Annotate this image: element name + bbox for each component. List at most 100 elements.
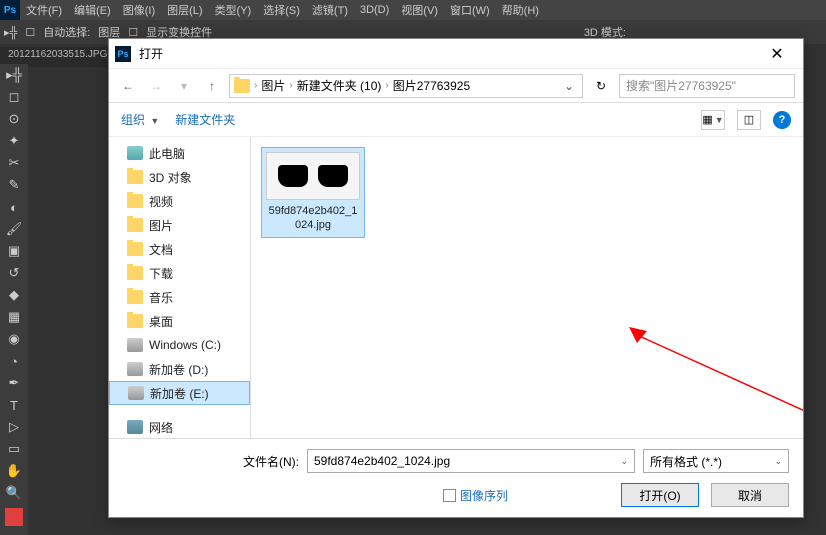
filetype-select[interactable]: 所有格式 (*.*) ⌄ [643, 449, 789, 473]
sidebar-item-label: 新加卷 (E:) [150, 385, 209, 402]
open-button[interactable]: 打开(O) [621, 483, 699, 507]
folder-icon [127, 194, 143, 208]
dialog-toolbar: 组织 ▼ 新建文件夹 ▦ ▼ ◫ ? [109, 103, 803, 137]
lasso-tool-icon[interactable]: ⊙ [0, 108, 28, 130]
nav-back-icon[interactable]: ← [117, 75, 139, 97]
chevron-down-icon[interactable]: ⌄ [620, 456, 628, 467]
refresh-icon[interactable]: ↻ [589, 79, 613, 93]
sidebar-item[interactable]: 图片 [109, 213, 250, 237]
nav-up-icon[interactable]: ↑ [201, 75, 223, 97]
close-icon[interactable]: ✕ [757, 39, 797, 69]
ps-tool-sidebar: ▸╬ ◻ ⊙ ✦ ✂ ✎ ◐ 🖌 ▣ ↺ ◆ ▦ ◉ ◔ ✒ T ▷ ▭ ✋ 🔍 [0, 64, 28, 535]
foreground-color-swatch[interactable] [5, 508, 23, 526]
sidebar-item[interactable]: 此电脑 [109, 141, 250, 165]
new-folder-button[interactable]: 新建文件夹 [175, 111, 235, 128]
organize-button[interactable]: 组织 ▼ [121, 111, 159, 128]
filename-label: 文件名(N): [239, 453, 299, 470]
stamp-tool-icon[interactable]: ▣ [0, 240, 28, 262]
chevron-down-icon[interactable]: ⌄ [560, 79, 578, 93]
pen-tool-icon[interactable]: ✒ [0, 372, 28, 394]
sidebar-item-label: 下载 [149, 265, 173, 282]
open-dialog: Ps 打开 ✕ ← → ▾ ↑ › 图片 › 新建文件夹 (10) › 图片27… [108, 38, 804, 518]
preview-pane-button[interactable]: ◫ [737, 110, 761, 130]
blur-tool-icon[interactable]: ◉ [0, 328, 28, 350]
dialog-titlebar: Ps 打开 ✕ [109, 39, 803, 69]
chevron-right-icon: › [385, 80, 388, 91]
menu-edit[interactable]: 编辑(E) [68, 2, 117, 18]
marquee-tool-icon[interactable]: ◻ [0, 86, 28, 108]
dodge-tool-icon[interactable]: ◔ [0, 350, 28, 372]
help-icon[interactable]: ? [773, 111, 791, 129]
sidebar-item[interactable]: Windows (C:) [109, 333, 250, 357]
brush-tool-icon[interactable]: 🖌 [0, 218, 28, 240]
folder-icon [127, 314, 143, 328]
shape-tool-icon[interactable]: ▭ [0, 438, 28, 460]
history-brush-icon[interactable]: ↺ [0, 262, 28, 284]
file-list-area[interactable]: 59fd874e2b402_1024.jpg [251, 137, 803, 438]
folder-icon [234, 79, 250, 93]
cancel-button[interactable]: 取消 [711, 483, 789, 507]
image-sequence-checkbox[interactable]: 图像序列 [443, 487, 508, 504]
sidebar-item-label: 音乐 [149, 289, 173, 306]
hand-tool-icon[interactable]: ✋ [0, 460, 28, 482]
nav-forward-icon: → [145, 75, 167, 97]
breadcrumb-item[interactable]: 新建文件夹 (10) [297, 77, 382, 94]
drive-icon [127, 338, 143, 352]
heal-tool-icon[interactable]: ◐ [0, 196, 28, 218]
type-tool-icon[interactable]: T [0, 394, 28, 416]
folder-icon [127, 266, 143, 280]
dialog-title: 打开 [139, 45, 757, 62]
file-thumbnail [266, 152, 360, 200]
menu-select[interactable]: 选择(S) [257, 2, 306, 18]
menu-filter[interactable]: 滤镜(T) [306, 2, 354, 18]
sunglasses-icon [278, 163, 348, 189]
menu-help[interactable]: 帮助(H) [496, 2, 545, 18]
gradient-tool-icon[interactable]: ▦ [0, 306, 28, 328]
chevron-down-icon[interactable]: ⌄ [774, 456, 782, 467]
nav-recent-icon[interactable]: ▾ [173, 75, 195, 97]
view-mode-button[interactable]: ▦ ▼ [701, 110, 725, 130]
menu-image[interactable]: 图像(I) [117, 2, 161, 18]
sidebar-item-label: 新加卷 (D:) [149, 361, 208, 378]
sidebar-item[interactable]: 新加卷 (E:) [109, 381, 250, 405]
ps-menubar: Ps 文件(F) 编辑(E) 图像(I) 图层(L) 类型(Y) 选择(S) 滤… [0, 0, 826, 20]
drive-icon [128, 386, 144, 400]
auto-select-label: 自动选择: [43, 24, 90, 40]
sidebar-item[interactable]: 音乐 [109, 285, 250, 309]
eraser-tool-icon[interactable]: ◆ [0, 284, 28, 306]
move-tool-icon[interactable]: ▸╬ [0, 64, 28, 86]
chevron-down-icon: ▼ [150, 116, 159, 126]
sidebar-item[interactable]: 下载 [109, 261, 250, 285]
breadcrumb[interactable]: › 图片 › 新建文件夹 (10) › 图片27763925 ⌄ [229, 74, 583, 98]
sidebar-item[interactable]: 文档 [109, 237, 250, 261]
menu-3d[interactable]: 3D(D) [354, 4, 395, 16]
sidebar-item[interactable]: 桌面 [109, 309, 250, 333]
sidebar-item[interactable]: 网络 [109, 415, 250, 438]
filename-input[interactable]: 59fd874e2b402_1024.jpg ⌄ [307, 449, 635, 473]
dialog-footer: 文件名(N): 59fd874e2b402_1024.jpg ⌄ 所有格式 (*… [109, 438, 803, 517]
sidebar-item[interactable]: 3D 对象 [109, 165, 250, 189]
chevron-right-icon: › [289, 80, 292, 91]
menu-file[interactable]: 文件(F) [20, 2, 68, 18]
search-input[interactable]: 搜索"图片27763925" [619, 74, 795, 98]
sidebar-item[interactable]: 视频 [109, 189, 250, 213]
menu-layer[interactable]: 图层(L) [161, 2, 208, 18]
path-tool-icon[interactable]: ▷ [0, 416, 28, 438]
dialog-navbar: ← → ▾ ↑ › 图片 › 新建文件夹 (10) › 图片27763925 ⌄… [109, 69, 803, 103]
red-arrow-annotation [629, 327, 803, 438]
eyedropper-tool-icon[interactable]: ✎ [0, 174, 28, 196]
crop-tool-icon[interactable]: ✂ [0, 152, 28, 174]
file-item[interactable]: 59fd874e2b402_1024.jpg [261, 147, 365, 238]
wand-tool-icon[interactable]: ✦ [0, 130, 28, 152]
breadcrumb-item[interactable]: 图片27763925 [393, 77, 470, 94]
menu-view[interactable]: 视图(V) [395, 2, 444, 18]
breadcrumb-item[interactable]: 图片 [261, 77, 285, 94]
sidebar-item-label: 此电脑 [149, 145, 185, 162]
zoom-tool-icon[interactable]: 🔍 [0, 482, 28, 504]
folder-icon [127, 170, 143, 184]
sidebar-item-label: 桌面 [149, 313, 173, 330]
sidebar-item[interactable]: 新加卷 (D:) [109, 357, 250, 381]
sidebar-item-label: 图片 [149, 217, 173, 234]
menu-type[interactable]: 类型(Y) [209, 2, 258, 18]
menu-window[interactable]: 窗口(W) [444, 2, 496, 18]
